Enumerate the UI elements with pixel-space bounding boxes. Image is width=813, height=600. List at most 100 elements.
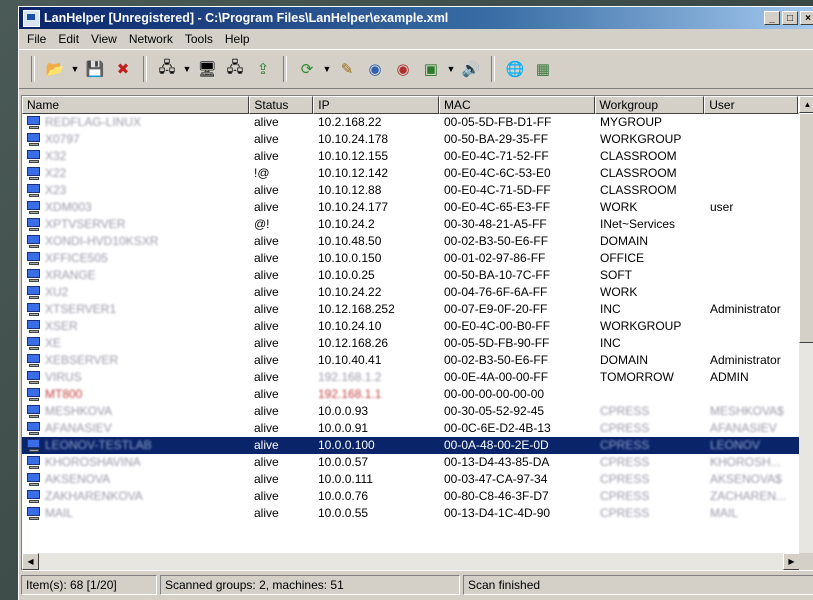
network-share-icon[interactable]: 🖧 [224,58,246,80]
machine-mac: 00-01-02-97-86-FF [444,251,546,265]
machine-user: Administrator [710,353,781,367]
open-folder-icon[interactable]: 📂 [44,58,66,80]
maximize-button[interactable]: □ [782,11,798,25]
chevron-down-icon[interactable]: ▼ [183,58,192,80]
table-row[interactable]: XU2 alive 10.10.24.22 00-04-76-6F-6A-FF WORK [22,284,800,301]
machine-name: MAIL [22,505,250,522]
machine-mac: 00-05-5D-FB-90-FF [444,336,550,350]
lanhelper-app-icon[interactable] [23,9,40,27]
scroll-left-icon[interactable]: ◀ [22,553,39,570]
vertical-scrollbar[interactable]: ▲ [799,96,813,554]
machine-list[interactable]: Name Status IP MAC Workgroup User REDFLA… [21,95,813,571]
toolbar-separator [143,56,147,82]
machine-name-text: VIRUS [45,370,82,384]
disk-icon[interactable]: ◉ [364,58,386,80]
table-row[interactable]: XRANGE alive 10.10.0.25 00-50-BA-10-7C-FF SO… [22,267,800,284]
machine-name: XPTVSERVER [22,216,250,233]
machine-status: alive [254,132,279,146]
table-row[interactable]: MESHKOVA alive 10.0.0.93 00-30-05-52-92-45 C… [22,403,800,420]
table-row[interactable]: XTSERVER1 alive 10.12.168.252 00-07-E9-0F-2… [22,301,800,318]
menu-edit[interactable]: Edit [52,32,85,46]
machine-mac: 00-07-E9-0F-20-FF [444,302,548,316]
close-button[interactable]: × [800,11,813,25]
table-row[interactable]: XE alive 10.12.168.26 00-05-5D-FB-90-FF INC [22,335,800,352]
column-header-name[interactable]: Name [22,96,250,114]
machine-status: alive [254,149,279,163]
disk-red-icon[interactable]: ◉ [392,58,414,80]
table-row[interactable]: ZAKHARENKOVA alive 10.0.0.76 00-80-C8-46-3F… [22,488,800,505]
chevron-down-icon[interactable]: ▼ [447,58,456,80]
horizontal-scrollbar[interactable]: ◀ ▶ [22,553,800,570]
table-row[interactable]: LEONOV-TESTLAB alive 10.0.0.100 00-0A-48-00… [22,437,800,454]
network-scan-icon[interactable]: 🖧 [156,58,178,80]
network-computers-icon[interactable]: 🖥 [196,58,218,80]
menu-help[interactable]: Help [219,32,256,46]
column-header-status[interactable]: Status [249,96,314,114]
machine-name-text: X23 [45,183,67,197]
machine-user: ZACHAREN... [710,489,787,503]
machine-user [706,250,800,267]
export-icon[interactable]: ⇪ [252,58,274,80]
column-header-ip[interactable]: IP [313,96,439,114]
column-header-mac[interactable]: MAC [438,96,595,114]
speaker-icon[interactable]: 🔊 [460,58,482,80]
machine-name: X32 [22,148,250,165]
window-icon[interactable]: ▣ [420,58,442,80]
table-row[interactable]: AKSENOVA alive 10.0.0.111 00-03-47-CA-97-34… [22,471,800,488]
computer-icon [26,438,42,453]
table-row[interactable]: X22 !@ 10.10.12.142 00-E0-4C-6C-53-E0 CLASSR… [22,165,800,182]
delete-icon[interactable]: ✖ [112,58,134,80]
machine-workgroup: WORKGROUP [600,319,682,333]
machine-ip: 10.10.0.25 [318,268,375,282]
table-row[interactable]: X32 alive 10.10.12.155 00-E0-4C-71-52-FF CLA… [22,148,800,165]
save-icon[interactable]: 💾 [84,58,106,80]
menu-network[interactable]: Network [123,32,179,46]
table-row[interactable]: MT800 alive 192.168.1.1 00-00-00-00-00-00 [22,386,800,403]
table-row[interactable]: XONDI-HVD10KSXR alive 10.10.48.50 00-02-B3-… [22,233,800,250]
table-row[interactable]: VIRUS alive 192.168.1.2 00-0E-4A-00-00-FF TO… [22,369,800,386]
machine-name: XDM003 [22,199,250,216]
machine-user: user [710,200,734,214]
globe-icon[interactable]: 🌐 [504,58,526,80]
machine-status: alive [254,268,279,282]
table-row[interactable]: XSER alive 10.10.24.10 00-E0-4C-00-B0-FF WOR… [22,318,800,335]
machine-mac: 00-30-05-52-92-45 [444,404,545,418]
machine-name-text: AKSENOVA [45,472,111,486]
menu-view[interactable]: View [85,32,123,46]
status-item-count: Item(s): 68 [1/20] [21,575,157,595]
toolbar-grip [31,56,35,82]
table-row[interactable]: XPTVSERVER @! 10.10.24.2 00-30-48-21-A5-FF I… [22,216,800,233]
table-row[interactable]: X0797 alive 10.10.24.178 00-50-BA-29-35-FF W… [22,131,800,148]
toolbar-separator [491,56,495,82]
refresh-icon[interactable]: ⟳ [296,58,318,80]
machine-workgroup: WORKGROUP [600,132,682,146]
edit-icon[interactable]: ✎ [336,58,358,80]
machine-user [706,148,800,165]
table-row[interactable]: MAIL alive 10.0.0.55 00-13-D4-1C-4D-90 CPRES… [22,505,800,522]
title-bar[interactable]: LanHelper [Unregistered] - C:\Program Fi… [19,7,813,29]
machine-name-text: X22 [45,166,67,180]
computer-icon [26,472,42,487]
chart-icon[interactable]: ▦ [532,58,554,80]
table-row[interactable]: REDFLAG-LINUX alive 10.2.168.22 00-05-5D-FB… [22,114,800,131]
menu-tools[interactable]: Tools [179,32,219,46]
chevron-down-icon[interactable]: ▼ [323,58,332,80]
machine-ip: 10.0.0.93 [318,404,369,418]
column-header-workgroup[interactable]: Workgroup [594,96,705,114]
machine-mac: 00-E0-4C-65-E3-FF [444,200,551,214]
scroll-up-icon[interactable]: ▲ [799,96,813,113]
menu-file[interactable]: File [21,32,52,46]
minimize-button[interactable]: _ [764,11,780,25]
table-row[interactable]: XEBSERVER alive 10.10.40.41 00-02-B3-50-E6-… [22,352,800,369]
table-row[interactable]: AFANASIEV alive 10.0.0.91 00-0C-6E-D2-4B-13… [22,420,800,437]
chevron-down-icon[interactable]: ▼ [71,58,80,80]
table-row[interactable]: XFFICE505 alive 10.10.0.150 00-01-02-97-86-… [22,250,800,267]
machine-status: alive [254,251,279,265]
table-row[interactable]: X23 alive 10.10.12.88 00-E0-4C-71-5D-FF CLAS… [22,182,800,199]
column-header-user[interactable]: User [704,96,799,114]
scroll-right-icon[interactable]: ▶ [783,553,800,570]
scroll-thumb[interactable] [799,113,813,343]
machine-workgroup: CLASSROOM [600,183,677,197]
table-row[interactable]: KHOROSHAVINA alive 10.0.0.57 00-13-D4-43-85… [22,454,800,471]
table-row[interactable]: XDM003 alive 10.10.24.177 00-E0-4C-65-E3-FF… [22,199,800,216]
